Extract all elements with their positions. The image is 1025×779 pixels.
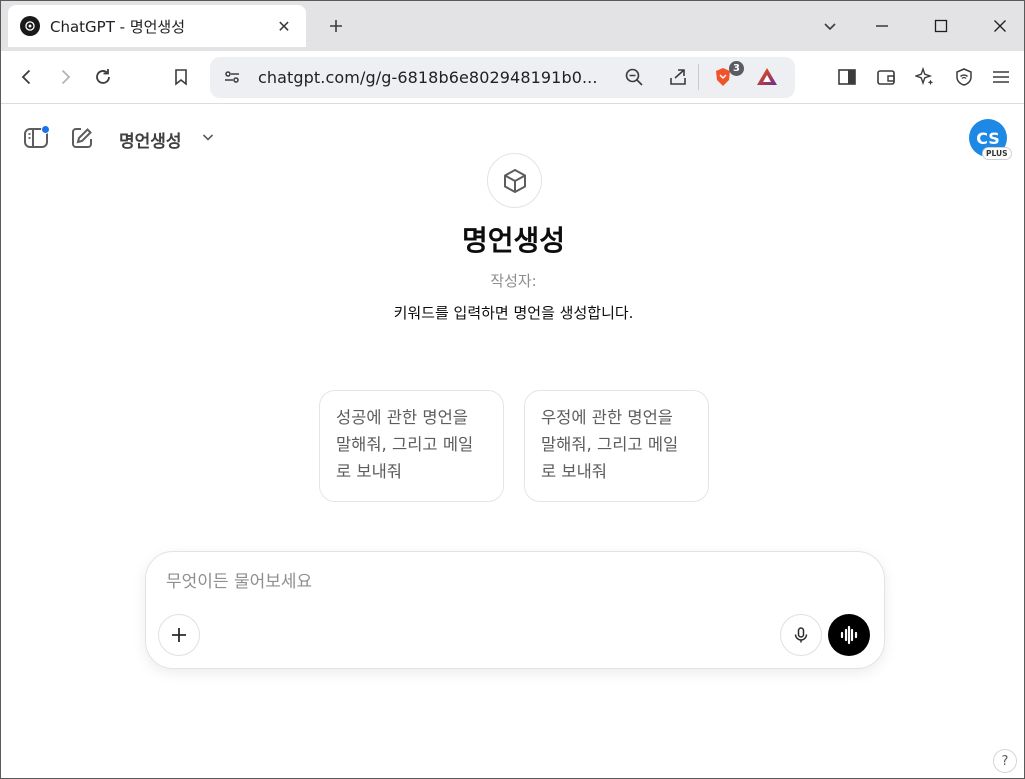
- browser-window: ChatGPT - 명언생성 ✕ chatgpt.com/g/g-6818b6e…: [0, 0, 1025, 779]
- url-text: chatgpt.com/g/g-6818b6e802948191b0...: [258, 68, 598, 87]
- tab-strip: ChatGPT - 명언생성 ✕: [1, 1, 1024, 51]
- help-button[interactable]: ?: [993, 749, 1017, 773]
- tab-title: ChatGPT - 명언생성: [50, 17, 186, 36]
- gpt-description: 키워드를 입력하면 명언을 생성합니다.: [393, 304, 634, 322]
- close-tab-icon[interactable]: ✕: [274, 16, 294, 36]
- browser-toolbar: chatgpt.com/g/g-6818b6e802948191b0...: [1, 51, 1024, 104]
- browser-tab[interactable]: ChatGPT - 명언생성 ✕: [8, 5, 306, 47]
- new-tab-button[interactable]: [323, 13, 349, 39]
- chatgpt-favicon-icon: [20, 16, 40, 36]
- conversation-starter[interactable]: 성공에 관한 명언을 말해줘, 그리고 메일로 보내줘: [319, 390, 504, 502]
- zoom-out-icon[interactable]: [620, 63, 648, 91]
- gpt-author: 작성자:: [490, 272, 537, 290]
- voice-mode-icon[interactable]: [828, 614, 870, 656]
- leo-ai-icon[interactable]: [911, 63, 939, 91]
- maximize-icon[interactable]: [928, 13, 954, 39]
- attach-plus-icon[interactable]: [158, 614, 200, 656]
- bookmark-icon[interactable]: [167, 63, 195, 91]
- shield-count-badge: 3: [729, 61, 744, 76]
- back-icon[interactable]: [13, 63, 41, 91]
- site-settings-icon[interactable]: [218, 63, 246, 91]
- plan-badge: PLUS: [982, 147, 1012, 160]
- composer: [145, 551, 885, 669]
- new-chat-icon[interactable]: [67, 123, 97, 153]
- notification-dot: [41, 125, 50, 134]
- menu-icon[interactable]: [987, 63, 1015, 91]
- reload-icon[interactable]: [89, 63, 117, 91]
- close-window-icon[interactable]: [987, 13, 1013, 39]
- model-selector[interactable]: 명언생성: [119, 127, 182, 152]
- sidebar-toggle-icon[interactable]: [833, 63, 861, 91]
- chatgpt-page: 명언생성 CS PLUS 명언생성 작성자: 키워드를 입력하면 명언을 생성합…: [1, 105, 1024, 778]
- brave-rewards-icon[interactable]: [753, 63, 781, 91]
- forward-icon[interactable]: [51, 63, 79, 91]
- address-bar[interactable]: chatgpt.com/g/g-6818b6e802948191b0...: [210, 57, 795, 98]
- prompt-input[interactable]: [166, 572, 726, 592]
- share-icon[interactable]: [664, 63, 692, 91]
- toolbar-separator: [698, 64, 699, 90]
- wallet-icon[interactable]: [872, 63, 900, 91]
- conversation-starter[interactable]: 우정에 관한 명언을 말해줘, 그리고 메일로 보내줘: [524, 390, 709, 502]
- microphone-icon[interactable]: [780, 614, 822, 656]
- chevron-down-icon[interactable]: [200, 129, 216, 145]
- gpt-cube-icon: [487, 153, 542, 208]
- tab-search-chevron-icon[interactable]: [817, 13, 843, 39]
- minimize-icon[interactable]: [869, 13, 895, 39]
- gpt-name: 명언생성: [461, 224, 566, 257]
- vpn-shield-icon[interactable]: [950, 63, 978, 91]
